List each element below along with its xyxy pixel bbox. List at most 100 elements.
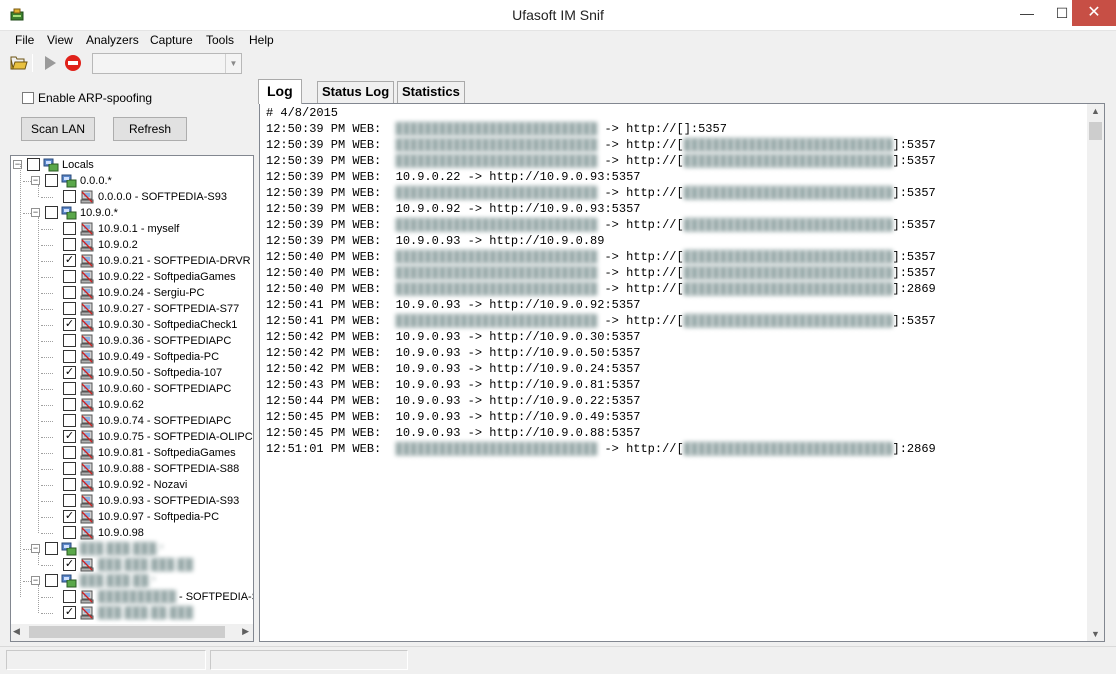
tree-host-node[interactable]: 10.9.0.60 - SOFTPEDIAPC xyxy=(11,381,253,397)
scan-lan-button[interactable]: Scan LAN xyxy=(21,117,95,141)
tree-host-node[interactable]: 10.9.0.24 - Sergiu-PC xyxy=(11,285,253,301)
scroll-right-icon[interactable]: ▶ xyxy=(242,626,249,637)
tree-checkbox[interactable] xyxy=(63,526,76,539)
log-port: ]:5357 xyxy=(892,266,936,280)
tree-checkbox[interactable] xyxy=(63,286,76,299)
tree-host-node[interactable]: ✓ 10.9.0.75 - SOFTPEDIA-OLIPC xyxy=(11,429,253,445)
tree-host-node[interactable]: 10.9.0.74 - SOFTPEDIAPC xyxy=(11,413,253,429)
tree-group-node[interactable]: − ███.███.██.* xyxy=(11,573,253,589)
tree-host-node[interactable]: 10.9.0.36 - SOFTPEDIAPC xyxy=(11,333,253,349)
tree-checkbox[interactable] xyxy=(63,238,76,251)
tree-checkbox[interactable] xyxy=(45,542,58,555)
tree-host-node[interactable]: 10.9.0.88 - SOFTPEDIA-S88 xyxy=(11,461,253,477)
tree-host-node[interactable]: 10.9.0.62 xyxy=(11,397,253,413)
tree-checkbox[interactable] xyxy=(27,158,40,171)
tree-checkbox[interactable] xyxy=(63,270,76,283)
tree-checkbox[interactable] xyxy=(63,350,76,363)
tree-host-node[interactable]: 10.9.0.1 - myself xyxy=(11,221,253,237)
tree-host-node[interactable]: ██████████ - SOFTPEDIA-S93 xyxy=(11,589,253,605)
vertical-scrollbar[interactable]: ▲ ▼ xyxy=(1087,104,1104,641)
tree-host-node[interactable]: ✓ ███.███.██.███ xyxy=(11,605,253,621)
tree-checkbox[interactable] xyxy=(63,446,76,459)
minimize-button[interactable]: — xyxy=(1010,0,1044,26)
tree-group-node[interactable]: − 10.9.0.* xyxy=(11,205,253,221)
tree-checkbox[interactable] xyxy=(63,382,76,395)
tree-host-node[interactable]: ✓ ███.███.███.██ xyxy=(11,557,253,573)
tree-checkbox[interactable]: ✓ xyxy=(63,366,76,379)
tree-host-node[interactable]: 10.9.0.93 - SOFTPEDIA-S93 xyxy=(11,493,253,509)
tree-checkbox[interactable]: ✓ xyxy=(63,430,76,443)
menu-analyzers[interactable]: Analyzers xyxy=(86,33,139,47)
arp-spoofing-checkbox[interactable] xyxy=(22,92,34,104)
tree-host-node[interactable]: 0.0.0.0 - SOFTPEDIA-S93 xyxy=(11,189,253,205)
tree-checkbox[interactable]: ✓ xyxy=(63,606,76,619)
tree-checkbox[interactable] xyxy=(45,174,58,187)
scroll-left-icon[interactable]: ◀ xyxy=(13,626,20,637)
tree-checkbox[interactable] xyxy=(45,574,58,587)
tree-host-node[interactable]: ✓ 10.9.0.30 - SoftpediaCheck1 xyxy=(11,317,253,333)
scroll-down-icon[interactable]: ▼ xyxy=(1091,629,1100,639)
menu-help[interactable]: Help xyxy=(249,33,274,47)
tree-host-node[interactable]: 10.9.0.81 - SoftpediaGames xyxy=(11,445,253,461)
tab-statistics[interactable]: Statistics xyxy=(397,81,465,103)
scrollbar-thumb[interactable] xyxy=(29,626,225,638)
tree-checkbox[interactable] xyxy=(63,334,76,347)
collapse-icon[interactable]: − xyxy=(31,176,40,185)
tree-host-node[interactable]: 10.9.0.98 xyxy=(11,525,253,541)
tree-group-node[interactable]: − ███.███.███.* xyxy=(11,541,253,557)
tab-log[interactable]: Log xyxy=(258,79,302,104)
refresh-button[interactable]: Refresh xyxy=(113,117,187,141)
capture-combo[interactable]: ▼ xyxy=(92,53,242,74)
tree-checkbox[interactable] xyxy=(63,302,76,315)
tree-host-node[interactable]: 10.9.0.22 - SoftpediaGames xyxy=(11,269,253,285)
chevron-down-icon[interactable]: ▼ xyxy=(225,54,241,73)
computer-icon xyxy=(80,382,94,396)
tab-status-log[interactable]: Status Log xyxy=(317,81,395,103)
tree-checkbox[interactable] xyxy=(63,398,76,411)
stop-icon[interactable] xyxy=(63,53,83,73)
host-tree[interactable]: − Locals −0.0.0.* 0.0.0.0 - SOFTPEDIA-S93−1… xyxy=(10,155,254,642)
collapse-icon[interactable]: − xyxy=(31,544,40,553)
tree-checkbox[interactable] xyxy=(63,494,76,507)
menu-view[interactable]: View xyxy=(47,33,73,47)
tree-host-node[interactable]: 10.9.0.27 - SOFTPEDIA-S77 xyxy=(11,301,253,317)
tree-checkbox[interactable] xyxy=(63,222,76,235)
collapse-icon[interactable]: − xyxy=(31,208,40,217)
menu-capture[interactable]: Capture xyxy=(150,33,193,47)
tree-checkbox[interactable] xyxy=(63,462,76,475)
tree-host-node[interactable]: 10.9.0.92 - Nozavi xyxy=(11,477,253,493)
tree-checkbox[interactable]: ✓ xyxy=(63,254,76,267)
tree-checkbox[interactable] xyxy=(45,206,58,219)
tree-host-node[interactable]: ✓ 10.9.0.50 - Softpedia-107 xyxy=(11,365,253,381)
log-line: 12:51:01 PM WEB: ███████████████████████… xyxy=(266,441,936,457)
tree-checkbox[interactable] xyxy=(63,478,76,491)
tree-checkbox[interactable]: ✓ xyxy=(63,558,76,571)
log-view[interactable]: # 4/8/2015 12:50:39 PM WEB: █████████████… xyxy=(259,103,1105,642)
tree-host-node[interactable]: 10.9.0.49 - Softpedia-PC xyxy=(11,349,253,365)
collapse-icon[interactable]: − xyxy=(31,576,40,585)
tree-checkbox[interactable]: ✓ xyxy=(63,318,76,331)
menu-tools[interactable]: Tools xyxy=(206,33,234,47)
network-group-icon xyxy=(61,542,77,556)
tree-host-node[interactable]: 10.9.0.2 xyxy=(11,237,253,253)
tree-node-label: 10.9.0.49 - Softpedia-PC xyxy=(98,351,220,363)
horizontal-scrollbar[interactable]: ◀ ▶ xyxy=(11,624,253,641)
menu-file[interactable]: File xyxy=(15,33,34,47)
tree-connector xyxy=(41,261,53,262)
tree-host-node[interactable]: ✓ 10.9.0.97 - Softpedia-PC xyxy=(11,509,253,525)
tree-checkbox[interactable] xyxy=(63,190,76,203)
play-icon[interactable] xyxy=(40,53,60,73)
scrollbar-thumb[interactable] xyxy=(1089,122,1102,140)
tree-checkbox[interactable] xyxy=(63,590,76,603)
log-timestamp: 12:50:39 PM WEB: xyxy=(266,218,396,232)
scroll-up-icon[interactable]: ▲ xyxy=(1091,106,1100,116)
blurred-text: █████████████████████████████ xyxy=(683,266,893,280)
tree-group-node[interactable]: − 0.0.0.* xyxy=(11,173,253,189)
close-button[interactable]: ✕ xyxy=(1072,0,1116,26)
tree-host-node[interactable]: ✓ 10.9.0.21 - SOFTPEDIA-DRVR xyxy=(11,253,253,269)
tree-checkbox[interactable]: ✓ xyxy=(63,510,76,523)
tree-group-node[interactable]: − Locals xyxy=(11,157,253,173)
folder-open-icon[interactable] xyxy=(9,53,29,73)
tree-checkbox[interactable] xyxy=(63,414,76,427)
log-line: 12:50:45 PM WEB: 10.9.0.93 -> http://10.… xyxy=(266,425,936,441)
